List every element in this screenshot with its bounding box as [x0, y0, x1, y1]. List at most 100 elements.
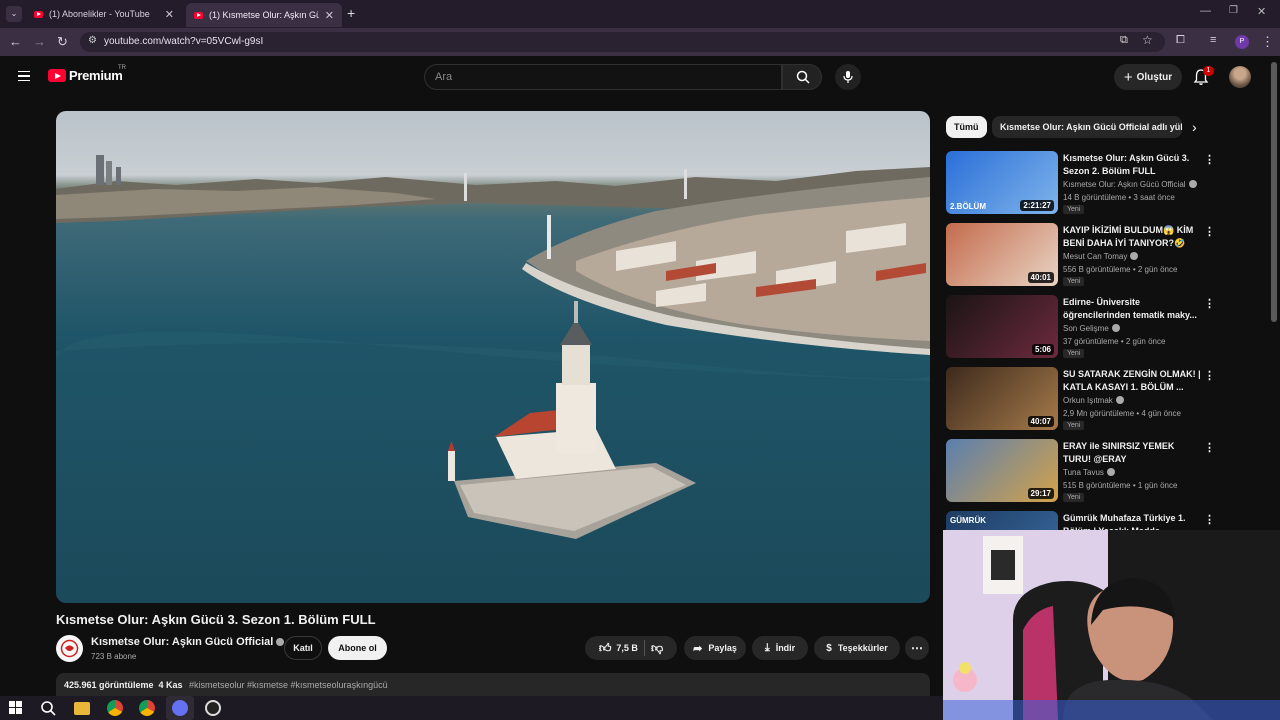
search-input[interactable]: Ara — [424, 64, 782, 90]
video-thumbnail[interactable]: 40:01 — [946, 223, 1058, 286]
views-and-date: 425.961 görüntüleme 4 Kas — [64, 680, 183, 690]
recommended-video-title[interactable]: Edirne- Üniversite öğrencilerinden temat… — [1063, 296, 1201, 322]
logo-text: Premium — [69, 68, 123, 83]
profile-avatar-icon[interactable]: P — [1235, 35, 1249, 49]
more-options-icon[interactable]: ⋮ — [1204, 369, 1215, 382]
more-options-icon[interactable]: ⋮ — [1204, 153, 1215, 166]
voice-search-button[interactable] — [835, 64, 861, 90]
search-button[interactable] — [782, 64, 822, 90]
hamburger-menu-icon[interactable] — [18, 71, 30, 81]
join-button[interactable]: Katıl — [284, 636, 322, 660]
recommended-video[interactable]: 29:17 ERAY ile SINIRSIZ YEMEK TURU! @ERAY… — [946, 439, 1216, 503]
browser-menu-icon[interactable]: ⋮ — [1261, 34, 1274, 50]
chrome-icon[interactable] — [107, 700, 123, 716]
create-label: Oluştur — [1136, 71, 1173, 83]
recommended-video-title[interactable]: Gümrük Muhafaza Türkiye 1. Bölüm | Yasak… — [1063, 512, 1201, 530]
more-options-icon[interactable]: ⋮ — [1204, 513, 1215, 526]
recommended-video[interactable]: 40:01 KAYIP İKİZİMİ BULDUM😱 KİM BENİ DAHA… — [946, 223, 1216, 287]
recommended-video-title[interactable]: SU SATARAK ZENGİN OLMAK! | KATLA KASAYI … — [1063, 368, 1201, 394]
address-bar[interactable]: ⚙ youtube.com/watch?v=05VCwl-g9sI ⧉ ☆ — [80, 32, 1165, 52]
recommended-channel[interactable]: Son Gelişme — [1063, 324, 1120, 333]
tab-list-dropdown-icon[interactable]: ⌄ — [6, 6, 22, 22]
close-tab-icon[interactable]: ✕ — [165, 8, 174, 21]
reload-icon[interactable]: ↻ — [57, 34, 68, 50]
browser-tab-subscriptions[interactable]: (1) Abonelikler - YouTube ✕ — [26, 4, 182, 24]
recommended-channel[interactable]: Orkun Işıtmak — [1063, 396, 1124, 405]
chip-channel-uploads[interactable]: Kısmetse Olur: Aşkın Gücü Official adlı … — [992, 116, 1182, 138]
more-actions-button[interactable]: ⋯ — [905, 636, 929, 660]
create-button[interactable]: + Oluştur — [1114, 64, 1182, 90]
channel-avatar[interactable] — [56, 635, 83, 662]
recommended-channel[interactable]: Mesut Can Tomay — [1063, 252, 1139, 261]
verified-check-icon — [1111, 324, 1120, 332]
active-app-indicator — [166, 696, 194, 720]
more-options-icon[interactable]: ⋮ — [1204, 441, 1215, 454]
taskbar-search-icon[interactable] — [40, 700, 56, 716]
download-button[interactable]: ⤓ İndir — [752, 636, 808, 660]
windows-start-icon[interactable] — [9, 701, 23, 715]
thanks-button[interactable]: $ Teşekkürler — [814, 636, 900, 660]
new-tab-button[interactable]: + — [347, 5, 355, 21]
channel-name[interactable]: Kısmetse Olur: Aşkın Gücü Official — [91, 636, 285, 648]
forward-arrow-icon[interactable]: → — [33, 34, 46, 49]
back-arrow-icon[interactable]: ← — [9, 34, 22, 49]
cast-icon[interactable]: ⧉ — [1120, 34, 1128, 47]
recommended-video-title[interactable]: Kısmetse Olur: Aşkın Gücü 3. Sezon 2. Bö… — [1063, 152, 1201, 178]
thanks-icon: $ — [826, 642, 832, 654]
recommended-video[interactable]: 2.BÖLÜM 2:21:27 Kısmetse Olur: Aşkın Gücü … — [946, 151, 1216, 215]
recommended-video-title[interactable]: ERAY ile SINIRSIZ YEMEK TURU! @ERAY — [1063, 440, 1201, 466]
thumbs-up-icon: 👍︎ — [598, 640, 612, 655]
chrome-profile-icon[interactable] — [139, 700, 155, 716]
video-title: Kısmetse Olur: Aşkın Gücü 3. Sezon 1. Bö… — [56, 612, 376, 627]
video-thumbnail[interactable]: GÜMRÜK — [946, 511, 1058, 530]
verified-check-icon — [1188, 180, 1197, 188]
youtube-favicon-icon — [194, 11, 203, 19]
user-avatar[interactable] — [1229, 66, 1251, 88]
video-thumbnail[interactable]: 40:07 — [946, 367, 1058, 430]
dislike-button[interactable]: 👎︎ — [651, 641, 663, 656]
recommended-channel[interactable]: Tuna Tavus — [1063, 468, 1115, 477]
file-explorer-icon[interactable] — [74, 702, 90, 715]
tab-title: (1) Abonelikler - YouTube — [49, 9, 150, 19]
close-tab-icon[interactable]: ✕ — [325, 9, 334, 22]
youtube-header: Premium TR Ara + Oluştur 1 — [0, 56, 1280, 100]
verified-check-icon — [1106, 468, 1115, 476]
video-frame-image — [56, 155, 930, 539]
maximize-window-button[interactable]: ❐ — [1229, 5, 1238, 16]
media-controls-icon[interactable]: ≡ — [1210, 34, 1216, 46]
browser-tab-current-video[interactable]: (1) Kısmetse Olur: Aşkın Gücü 3 ✕ — [186, 3, 342, 27]
like-button[interactable]: 👍︎ 7,5 B — [599, 641, 638, 656]
page-scrollbar[interactable] — [1271, 62, 1277, 322]
more-options-icon[interactable]: ⋮ — [1204, 297, 1215, 310]
chips-next-chevron-icon[interactable]: › — [1192, 119, 1197, 135]
close-window-button[interactable]: ✕ — [1257, 5, 1266, 18]
site-info-icon[interactable]: ⚙ — [88, 35, 97, 46]
recommended-video[interactable]: GÜMRÜK Gümrük Muhafaza Türkiye 1. Bölüm |… — [946, 511, 1216, 530]
minimize-window-button[interactable]: — — [1200, 5, 1211, 17]
thumbnail-label: 2.BÖLÜM — [950, 202, 986, 211]
url-text: youtube.com/watch?v=05VCwl-g9sI — [104, 36, 264, 47]
chip-all[interactable]: Tümü — [946, 116, 987, 138]
recommended-video-title[interactable]: KAYIP İKİZİMİ BULDUM😱 KİM BENİ DAHA İYİ … — [1063, 224, 1201, 250]
browser-tab-bar: ⌄ (1) Abonelikler - YouTube ✕ (1) Kısmet… — [0, 0, 1280, 28]
channel-name-text: Kısmetse Olur: Aşkın Gücü Official — [91, 636, 274, 648]
recommended-video[interactable]: 5:06 Edirne- Üniversite öğrencilerinden t… — [946, 295, 1216, 359]
bookmark-star-icon[interactable]: ☆ — [1142, 33, 1153, 47]
views-and-age: 37 görüntüleme • 2 gün önce — [1063, 337, 1166, 346]
new-badge: Yeni — [1063, 493, 1085, 502]
more-options-icon[interactable]: ⋮ — [1204, 225, 1215, 238]
recommended-channel[interactable]: Kısmetse Olur: Aşkın Gücü Official — [1063, 180, 1197, 189]
video-thumbnail[interactable]: 5:06 — [946, 295, 1058, 358]
obs-recording-icon[interactable] — [205, 700, 221, 716]
video-player[interactable] — [56, 111, 930, 603]
subscribe-button[interactable]: Abone ol — [328, 636, 387, 660]
video-thumbnail[interactable]: 2.BÖLÜM 2:21:27 — [946, 151, 1058, 214]
video-thumbnail[interactable]: 29:17 — [946, 439, 1058, 502]
recommended-channel-name: Orkun Işıtmak — [1063, 396, 1113, 405]
search-placeholder: Ara — [435, 71, 453, 83]
hashtags[interactable]: #kismetseolur #kısmetse #kısmetseoluraşk… — [189, 680, 388, 690]
share-button[interactable]: ➦ Paylaş — [684, 636, 746, 660]
extensions-icon[interactable]: ⧠ — [1176, 34, 1185, 47]
youtube-premium-logo[interactable]: Premium — [48, 68, 123, 83]
recommended-video[interactable]: 40:07 SU SATARAK ZENGİN OLMAK! | KATLA KA… — [946, 367, 1216, 431]
